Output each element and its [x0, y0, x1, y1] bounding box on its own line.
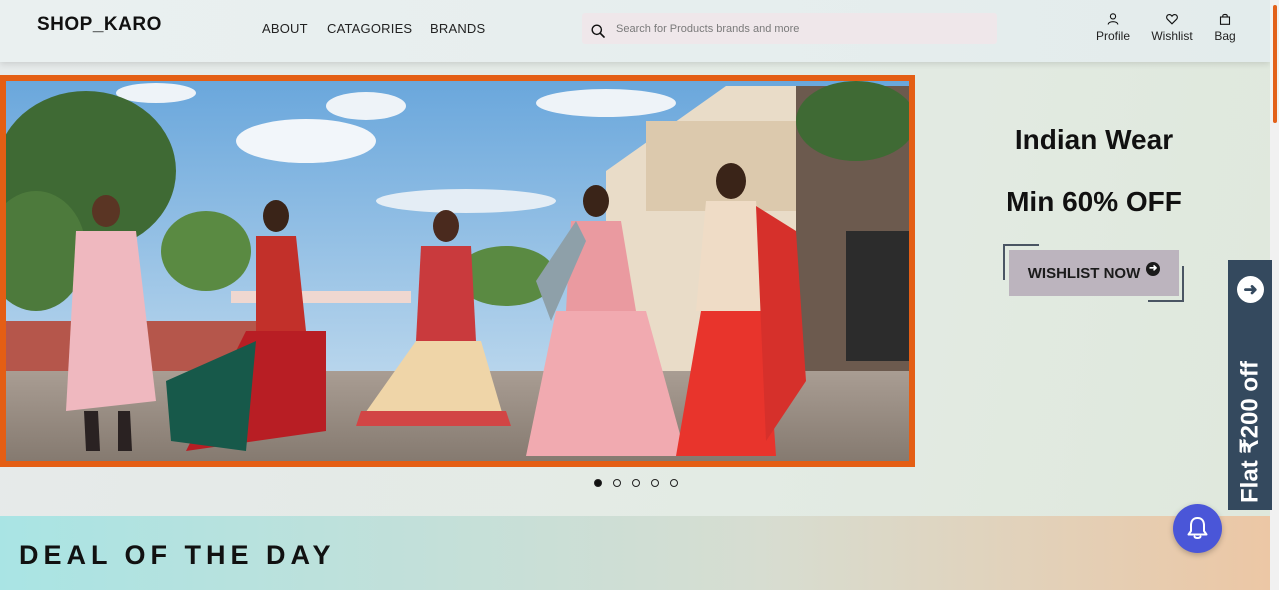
promo-title: Indian Wear	[1014, 124, 1174, 155]
scrollbar-thumb[interactable]	[1273, 5, 1277, 123]
user-icon	[1107, 13, 1119, 25]
notification-button[interactable]	[1173, 504, 1222, 553]
nav-brands[interactable]: BRANDS	[430, 21, 485, 36]
bag-button[interactable]: Bag	[1212, 13, 1238, 43]
heart-icon	[1166, 14, 1178, 25]
search-input[interactable]	[616, 19, 986, 39]
top-header: SHOP_KARO ABOUT CATAGORIES BRANDS Profil…	[0, 0, 1270, 62]
profile-label: Profile	[1095, 29, 1130, 43]
carousel-dot-2[interactable]	[613, 479, 621, 487]
hero-banner[interactable]	[0, 75, 915, 467]
bag-icon	[1219, 13, 1231, 25]
nav-about[interactable]: ABOUT	[262, 21, 308, 36]
search-icon[interactable]	[591, 24, 605, 38]
wishlist-button[interactable]: Wishlist	[1150, 13, 1194, 43]
wishlist-now-label: WISHLIST NOW	[1027, 264, 1141, 282]
flat-offer-tab[interactable]: ➜ Flat ₹200 off	[1228, 260, 1272, 510]
wishlist-label: Wishlist	[1151, 29, 1193, 43]
section-title: DEAL OF THE DAY	[19, 540, 336, 570]
bell-icon	[1187, 517, 1208, 539]
wishlist-cta-frame: WISHLIST NOW ➜	[1003, 244, 1184, 302]
nav-categories[interactable]: CATAGORIES	[327, 21, 412, 36]
bag-label: Bag	[1214, 29, 1236, 43]
arrow-right-icon: ➜	[1146, 262, 1161, 276]
photo-icon	[6, 81, 909, 461]
wishlist-now-button[interactable]: WISHLIST NOW ➜	[1009, 250, 1179, 296]
deal-of-the-day-section: DEAL OF THE DAY	[0, 516, 1270, 590]
search-bar[interactable]	[582, 13, 997, 44]
carousel-dot-5[interactable]	[670, 479, 678, 487]
site-logo[interactable]: SHOP_KARO	[37, 14, 162, 36]
profile-button[interactable]: Profile	[1094, 13, 1132, 43]
carousel-dot-4[interactable]	[651, 479, 659, 487]
arrow-right-icon[interactable]: ➜	[1237, 276, 1264, 303]
carousel-indicators	[594, 479, 678, 488]
flat-offer-text: Flat ₹200 off	[1236, 361, 1264, 503]
carousel-dot-3[interactable]	[632, 479, 640, 487]
promo-subtitle: Min 60% OFF	[1006, 186, 1182, 217]
carousel-dot-1[interactable]	[594, 479, 602, 487]
